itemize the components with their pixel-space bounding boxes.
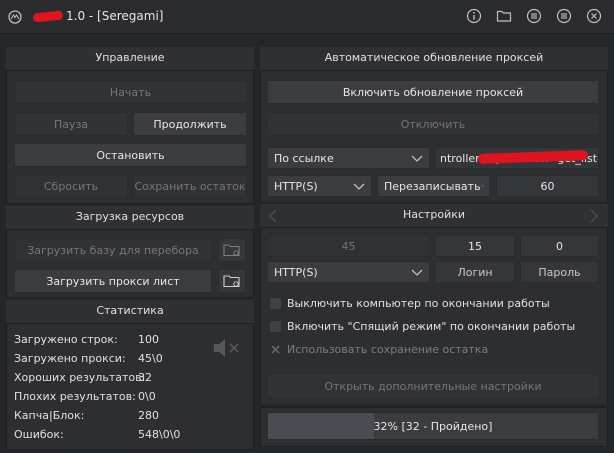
load-base-folder-button[interactable] <box>218 238 246 262</box>
sleep-mode-checkbox[interactable] <box>269 320 282 333</box>
login-field[interactable]: Логин <box>435 261 515 283</box>
stat-label: Ошибок: <box>14 428 64 441</box>
protocol-value: HTTP(S) <box>274 265 318 279</box>
start-button[interactable]: Начать <box>14 80 247 104</box>
control-header: Управление <box>6 47 254 71</box>
pause-button[interactable]: Пауза <box>14 112 128 136</box>
stat-value: 45\0 <box>138 352 163 365</box>
progress-text: 32% [32 - Пройдено] <box>373 419 493 433</box>
stat-label: Плохих результатов: <box>14 390 136 403</box>
resources-header: Загрузка ресурсов <box>6 206 254 230</box>
stats-header: Статистика <box>6 300 254 324</box>
info-icon[interactable] <box>466 8 482 24</box>
proxy-update-header: Автоматическое обновление проксей <box>260 47 608 71</box>
folder-gear-icon <box>223 275 240 288</box>
protocol-value: HTTP(S) <box>274 179 318 193</box>
proxy-update-protocol-select[interactable]: HTTP(S) <box>267 175 372 197</box>
load-proxy-button[interactable]: Загрузить прокси лист <box>14 269 212 293</box>
stat-label: Загружено строк: <box>14 333 118 346</box>
proxy-source-select[interactable]: По ссылке <box>267 147 430 169</box>
stat-label: Капча|Блок: <box>14 409 85 422</box>
load-proxy-folder-button[interactable] <box>218 269 246 293</box>
chevron-down-icon <box>353 183 365 190</box>
reset-button[interactable]: Сбросить <box>14 174 128 198</box>
redacted-mark <box>32 10 64 23</box>
update-interval-field[interactable]: 60 <box>496 175 599 197</box>
proxy-update-mode-select[interactable]: Перезаписывать <box>377 175 490 197</box>
save-rest-label: Использовать сохранение остатка <box>287 343 489 356</box>
settings-header: Настройки <box>260 204 608 228</box>
disable-proxy-update-button[interactable]: Отключить <box>267 112 599 136</box>
resume-button[interactable]: Продолжить <box>133 112 247 136</box>
stat-label: Хороших результатов: <box>14 371 146 384</box>
window-title: 1.0 - [Seregami] <box>32 9 163 23</box>
stop-button[interactable]: Остановить <box>14 143 247 167</box>
stat-label: Загружено прокси: <box>14 352 126 365</box>
stat-value: 280 <box>138 409 159 422</box>
shutdown-label: Выключить компьютер по окончании работы <box>287 297 550 310</box>
stat-value: 100 <box>138 333 159 346</box>
folder-icon[interactable] <box>496 8 512 24</box>
settings-protocol-select[interactable]: HTTP(S) <box>267 261 430 283</box>
close-icon[interactable] <box>586 8 602 24</box>
folder-gear-icon <box>223 244 240 257</box>
retries-field[interactable]: 0 <box>520 235 599 257</box>
enable-proxy-update-button[interactable]: Включить обновление проксей <box>267 80 599 104</box>
password-field[interactable]: Пароль <box>520 261 599 283</box>
save-rest-button[interactable]: Сохранить остаток <box>133 174 247 198</box>
sleep-mode-label: Включить "Спящий режим" по окончании раб… <box>287 320 576 333</box>
timeout-field[interactable]: 15 <box>435 235 515 257</box>
proxy-source-value: По ссылке <box>274 151 334 165</box>
sound-muted-icon[interactable] <box>212 336 242 360</box>
menu-list-icon[interactable] <box>526 8 542 24</box>
more-settings-button[interactable]: Открыть дополнительные настройки <box>267 373 599 399</box>
progress-bar: 32% [32 - Пройдено] <box>267 412 599 440</box>
hamburger-menu-icon[interactable] <box>556 8 572 24</box>
chevron-down-icon <box>411 269 423 276</box>
stat-value: 548\0\0 <box>138 428 181 441</box>
shutdown-checkbox[interactable] <box>269 297 282 310</box>
chevron-left-icon[interactable] <box>268 209 278 223</box>
chevron-right-icon[interactable] <box>589 209 599 223</box>
load-base-button[interactable]: Загрузить базу для перебора <box>14 238 212 262</box>
app-logo-icon <box>8 10 22 24</box>
save-rest-checkbox[interactable] <box>269 343 282 356</box>
mode-value: Перезаписывать <box>384 179 481 193</box>
stat-value: 0\0 <box>138 390 156 403</box>
chevron-down-icon <box>480 185 484 187</box>
stat-value: 32 <box>138 371 152 384</box>
chevron-down-icon <box>411 155 423 162</box>
threads-field[interactable]: 45 <box>267 235 430 257</box>
